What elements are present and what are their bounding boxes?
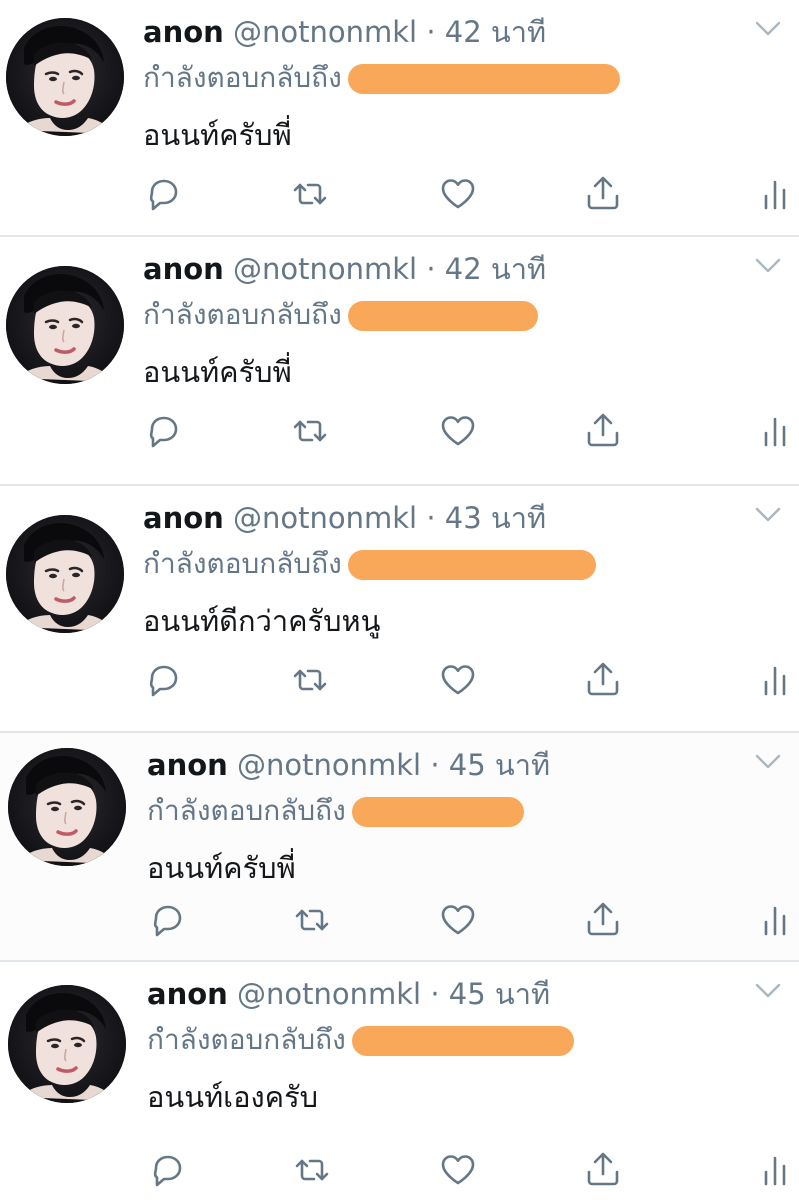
tweet[interactable]: anon @notnonmkl · 45 นาที กำลังตอบกลับถึ…	[0, 733, 799, 961]
share-icon[interactable]	[581, 409, 625, 453]
reply-icon[interactable]	[142, 172, 186, 216]
action-bar	[0, 898, 799, 948]
timestamp[interactable]: 45 นาที	[449, 748, 550, 782]
redacted-mention	[351, 797, 524, 827]
action-bar	[0, 1148, 799, 1198]
separator: ·	[426, 252, 436, 286]
share-icon[interactable]	[581, 898, 625, 942]
avatar[interactable]	[6, 266, 124, 384]
avatar[interactable]	[8, 748, 126, 866]
tweet-header: anon @notnonmkl · 45 นาที	[147, 974, 550, 1014]
redacted-mention	[347, 550, 596, 580]
tweet[interactable]: anon @notnonmkl · 43 นาที กำลังตอบกลับถึ…	[0, 486, 799, 732]
retweet-icon[interactable]	[288, 409, 332, 453]
retweet-icon[interactable]	[290, 898, 334, 942]
chevron-down-icon[interactable]	[753, 749, 783, 773]
share-icon[interactable]	[581, 172, 625, 216]
reply-context: กำลังตอบกลับถึง	[147, 791, 524, 831]
reply-context: กำลังตอบกลับถึง	[143, 295, 538, 335]
retweet-icon[interactable]	[290, 1148, 334, 1192]
reply-context: กำลังตอบกลับถึง	[143, 58, 620, 98]
tweet[interactable]: anon @notnonmkl · 42 นาที กำลังตอบกลับถึ…	[0, 237, 799, 485]
stats-icon[interactable]	[756, 658, 799, 702]
action-bar	[0, 172, 799, 222]
tweet-header: anon @notnonmkl · 42 นาที	[143, 12, 546, 52]
chevron-down-icon[interactable]	[753, 16, 783, 40]
tweet-text: อนนท์ครับพี่	[143, 118, 292, 152]
avatar[interactable]	[6, 18, 124, 136]
chevron-down-icon[interactable]	[753, 502, 783, 526]
reply-prefix: กำลังตอบกลับถึง	[143, 298, 342, 331]
redacted-mention	[351, 1026, 574, 1056]
tweet[interactable]: anon @notnonmkl · 45 นาที กำลังตอบกลับถึ…	[0, 962, 799, 1200]
display-name[interactable]: anon	[147, 748, 228, 782]
action-bar	[0, 658, 799, 708]
tweet-text: อนนท์เองครับ	[147, 1080, 319, 1114]
reply-icon[interactable]	[142, 658, 186, 702]
separator: ·	[426, 15, 436, 49]
reply-context: กำลังตอบกลับถึง	[143, 544, 596, 584]
user-handle[interactable]: @notnonmkl	[237, 748, 421, 782]
display-name[interactable]: anon	[143, 501, 224, 535]
user-handle[interactable]: @notnonmkl	[233, 15, 417, 49]
avatar[interactable]	[8, 985, 126, 1103]
like-icon[interactable]	[436, 1148, 480, 1192]
user-handle[interactable]: @notnonmkl	[233, 501, 417, 535]
share-icon[interactable]	[581, 1148, 625, 1192]
redacted-mention	[347, 64, 620, 94]
tweet[interactable]: anon @notnonmkl · 42 นาที กำลังตอบกลับถึ…	[0, 0, 799, 236]
avatar[interactable]	[6, 515, 124, 633]
action-bar	[0, 409, 799, 459]
reply-prefix: กำลังตอบกลับถึง	[143, 547, 342, 580]
retweet-icon[interactable]	[288, 658, 332, 702]
chevron-down-icon[interactable]	[753, 253, 783, 277]
chevron-down-icon[interactable]	[753, 978, 783, 1002]
separator: ·	[430, 748, 440, 782]
like-icon[interactable]	[436, 658, 480, 702]
reply-icon[interactable]	[146, 1148, 190, 1192]
stats-icon[interactable]	[756, 1148, 799, 1192]
tweet-header: anon @notnonmkl · 42 นาที	[143, 249, 546, 289]
display-name[interactable]: anon	[143, 252, 224, 286]
redacted-mention	[347, 301, 538, 331]
user-handle[interactable]: @notnonmkl	[237, 977, 421, 1011]
tweet-text: อนนท์ดีกว่าครับหนู	[143, 604, 381, 638]
tweet-text: อนนท์ครับพี่	[143, 355, 292, 389]
reply-prefix: กำลังตอบกลับถึง	[147, 1023, 346, 1056]
separator: ·	[426, 501, 436, 535]
timestamp[interactable]: 45 นาที	[449, 977, 550, 1011]
reply-icon[interactable]	[142, 409, 186, 453]
like-icon[interactable]	[436, 172, 480, 216]
user-handle[interactable]: @notnonmkl	[233, 252, 417, 286]
tweet-header: anon @notnonmkl · 45 นาที	[147, 745, 550, 785]
reply-prefix: กำลังตอบกลับถึง	[147, 794, 346, 827]
timestamp[interactable]: 43 นาที	[445, 501, 546, 535]
retweet-icon[interactable]	[288, 172, 332, 216]
timestamp[interactable]: 42 นาที	[445, 252, 546, 286]
stats-icon[interactable]	[756, 172, 799, 216]
tweet-text: อนนท์ครับพี่	[147, 851, 296, 885]
reply-icon[interactable]	[146, 898, 190, 942]
display-name[interactable]: anon	[143, 15, 224, 49]
timestamp[interactable]: 42 นาที	[445, 15, 546, 49]
display-name[interactable]: anon	[147, 977, 228, 1011]
stats-icon[interactable]	[756, 898, 799, 942]
like-icon[interactable]	[436, 409, 480, 453]
separator: ·	[430, 977, 440, 1011]
like-icon[interactable]	[436, 898, 480, 942]
stats-icon[interactable]	[756, 409, 799, 453]
reply-context: กำลังตอบกลับถึง	[147, 1020, 574, 1060]
share-icon[interactable]	[581, 658, 625, 702]
tweet-feed: anon @notnonmkl · 42 นาที กำลังตอบกลับถึ…	[0, 0, 799, 1200]
reply-prefix: กำลังตอบกลับถึง	[143, 61, 342, 94]
tweet-header: anon @notnonmkl · 43 นาที	[143, 498, 546, 538]
